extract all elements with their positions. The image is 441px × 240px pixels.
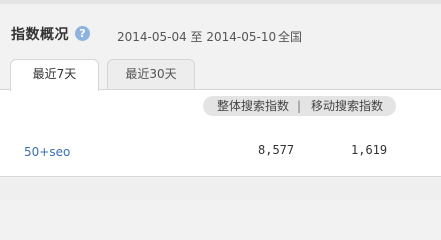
mobile-index-option[interactable]: 移动搜索指数 — [311, 96, 383, 116]
region-text: 全国 — [278, 30, 303, 44]
tab-last-7-days[interactable]: 最近7天 — [10, 59, 99, 91]
date-range-text: 2014-05-04 至 2014-05-10 — [117, 30, 277, 44]
panel-title: 指数概况 — [11, 27, 69, 43]
toggle-separator: | — [297, 99, 302, 113]
panel-header: 指数概况 ? 2014-05-04 至 2014-05-10 全国 — [0, 4, 441, 56]
overall-index-value: 8,577 — [258, 143, 295, 157]
tab-last-30-days[interactable]: 最近30天 — [107, 59, 195, 90]
keyword-link[interactable]: 50+seo — [24, 145, 70, 159]
mobile-index-value: 1,619 — [351, 143, 388, 157]
index-content: 整体搜索指数 | 移动搜索指数 50+seo 8,577 1,619 — [0, 89, 441, 177]
panel-footer — [0, 178, 441, 200]
index-type-toggle: 整体搜索指数 | 移动搜索指数 — [203, 96, 396, 116]
overall-index-option[interactable]: 整体搜索指数 — [217, 96, 289, 116]
help-icon[interactable]: ? — [75, 26, 90, 41]
index-overview-panel: 指数概况 ? 2014-05-04 至 2014-05-10 全国 最近7天 最… — [0, 0, 441, 200]
